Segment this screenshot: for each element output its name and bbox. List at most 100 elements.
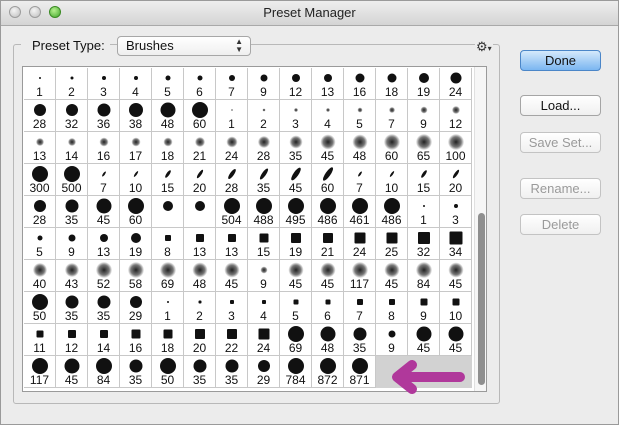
- brush-preset-cell[interactable]: 8: [152, 228, 184, 260]
- brush-preset-cell[interactable]: 45: [376, 260, 408, 292]
- brush-preset-cell[interactable]: 2: [248, 100, 280, 132]
- brush-preset-cell[interactable]: 84: [88, 356, 120, 388]
- brush-preset-cell[interactable]: 48: [344, 132, 376, 164]
- brush-preset-cell[interactable]: 52: [88, 260, 120, 292]
- brush-preset-cell[interactable]: 35: [88, 292, 120, 324]
- brush-preset-cell[interactable]: 4: [312, 100, 344, 132]
- brush-preset-cell[interactable]: 12: [280, 68, 312, 100]
- brush-preset-cell[interactable]: 15: [152, 164, 184, 196]
- brush-preset-cell[interactable]: 24: [440, 68, 472, 100]
- brush-preset-cell[interactable]: 45: [88, 196, 120, 228]
- brush-preset-cell[interactable]: 20: [440, 164, 472, 196]
- brush-preset-cell[interactable]: 1: [408, 196, 440, 228]
- brush-preset-cell[interactable]: 7: [344, 292, 376, 324]
- brush-preset-cell[interactable]: 20: [184, 164, 216, 196]
- brush-preset-cell[interactable]: 36: [88, 100, 120, 132]
- brush-preset-cell[interactable]: 45: [312, 260, 344, 292]
- brush-preset-cell[interactable]: 117: [344, 260, 376, 292]
- brush-preset-cell[interactable]: 43: [56, 260, 88, 292]
- brush-preset-cell[interactable]: 35: [280, 132, 312, 164]
- brush-preset-cell[interactable]: 60: [120, 196, 152, 228]
- brush-preset-cell[interactable]: 35: [56, 292, 88, 324]
- brush-preset-cell[interactable]: 29: [248, 356, 280, 388]
- brush-preset-cell[interactable]: 9: [408, 292, 440, 324]
- brush-preset-cell[interactable]: 9: [248, 68, 280, 100]
- brush-preset-cell[interactable]: 69: [280, 324, 312, 356]
- brush-preset-cell[interactable]: 35: [56, 196, 88, 228]
- brush-preset-cell[interactable]: 48: [184, 260, 216, 292]
- brush-preset-cell[interactable]: 34: [440, 228, 472, 260]
- brush-preset-cell[interactable]: 21: [184, 132, 216, 164]
- brush-preset-cell[interactable]: 50: [152, 356, 184, 388]
- brush-preset-cell[interactable]: 14: [88, 324, 120, 356]
- brush-preset-cell[interactable]: 69: [152, 260, 184, 292]
- brush-preset-cell[interactable]: 10: [120, 164, 152, 196]
- brush-preset-cell[interactable]: 117: [24, 356, 56, 388]
- brush-preset-cell[interactable]: 60: [312, 164, 344, 196]
- gear-icon[interactable]: ⚙▾: [475, 39, 493, 55]
- brush-preset-cell[interactable]: 2: [184, 292, 216, 324]
- brush-preset-cell[interactable]: 4: [120, 68, 152, 100]
- brush-preset-cell[interactable]: 84: [408, 260, 440, 292]
- brush-preset-cell[interactable]: 5: [280, 292, 312, 324]
- brush-preset-cell[interactable]: 5: [24, 228, 56, 260]
- brush-preset-cell[interactable]: 24: [216, 132, 248, 164]
- brush-preset-cell[interactable]: 45: [280, 260, 312, 292]
- brush-preset-cell[interactable]: 24: [344, 228, 376, 260]
- brush-preset-cell[interactable]: 5: [152, 68, 184, 100]
- brush-preset-cell[interactable]: 3: [280, 100, 312, 132]
- brush-preset-cell[interactable]: 35: [248, 164, 280, 196]
- brush-preset-cell[interactable]: 40: [24, 260, 56, 292]
- vertical-scrollbar[interactable]: [474, 67, 486, 391]
- brush-preset-cell[interactable]: 784: [280, 356, 312, 388]
- brush-preset-cell[interactable]: 461: [344, 196, 376, 228]
- brush-preset-cell[interactable]: 60: [184, 100, 216, 132]
- brush-preset-cell[interactable]: 12: [56, 324, 88, 356]
- brush-preset-cell[interactable]: 3: [88, 68, 120, 100]
- brush-preset-cell[interactable]: 871: [344, 356, 376, 388]
- brush-preset-cell[interactable]: [152, 196, 184, 228]
- brush-preset-cell[interactable]: 29: [120, 292, 152, 324]
- preset-type-select[interactable]: Brushes ▲ ▼: [117, 36, 251, 56]
- brush-preset-cell[interactable]: 488: [248, 196, 280, 228]
- brush-preset-cell[interactable]: 500: [56, 164, 88, 196]
- brush-preset-cell[interactable]: 35: [344, 324, 376, 356]
- brush-preset-cell[interactable]: 15: [408, 164, 440, 196]
- brush-preset-cell[interactable]: 58: [120, 260, 152, 292]
- brush-preset-cell[interactable]: 18: [152, 132, 184, 164]
- brush-preset-cell[interactable]: 19: [120, 228, 152, 260]
- brush-preset-cell[interactable]: 872: [312, 356, 344, 388]
- brush-preset-cell[interactable]: 14: [56, 132, 88, 164]
- scrollbar-thumb[interactable]: [478, 213, 485, 385]
- brush-preset-cell[interactable]: 7: [88, 164, 120, 196]
- brush-preset-cell[interactable]: 1: [216, 100, 248, 132]
- brush-preset-cell[interactable]: 7: [344, 164, 376, 196]
- brush-preset-cell[interactable]: 1: [24, 68, 56, 100]
- brush-preset-cell[interactable]: 8: [376, 292, 408, 324]
- brush-preset-cell[interactable]: 35: [120, 356, 152, 388]
- brush-preset-cell[interactable]: 7: [216, 68, 248, 100]
- rename-button[interactable]: Rename...: [520, 178, 601, 199]
- brush-preset-cell[interactable]: 28: [248, 132, 280, 164]
- brush-preset-cell[interactable]: 6: [184, 68, 216, 100]
- brush-preset-cell[interactable]: 7: [376, 100, 408, 132]
- brush-preset-cell[interactable]: 28: [24, 196, 56, 228]
- brush-preset-cell[interactable]: 28: [216, 164, 248, 196]
- title-bar[interactable]: Preset Manager: [1, 1, 618, 26]
- brush-preset-cell[interactable]: 32: [56, 100, 88, 132]
- brush-preset-cell[interactable]: 10: [440, 292, 472, 324]
- brush-preset-cell[interactable]: 45: [408, 324, 440, 356]
- brush-preset-cell[interactable]: 3: [216, 292, 248, 324]
- brush-preset-cell[interactable]: 45: [440, 260, 472, 292]
- brush-preset-cell[interactable]: 65: [408, 132, 440, 164]
- brush-preset-cell[interactable]: 12: [440, 100, 472, 132]
- brush-preset-cell[interactable]: 35: [216, 356, 248, 388]
- brush-preset-cell[interactable]: 300: [24, 164, 56, 196]
- brush-preset-cell[interactable]: 15: [248, 228, 280, 260]
- brush-preset-cell[interactable]: 60: [376, 132, 408, 164]
- brush-preset-cell[interactable]: 11: [24, 324, 56, 356]
- brush-preset-cell[interactable]: 5: [344, 100, 376, 132]
- brush-preset-cell[interactable]: 10: [376, 164, 408, 196]
- brush-preset-cell[interactable]: 13: [312, 68, 344, 100]
- brush-preset-cell[interactable]: 13: [216, 228, 248, 260]
